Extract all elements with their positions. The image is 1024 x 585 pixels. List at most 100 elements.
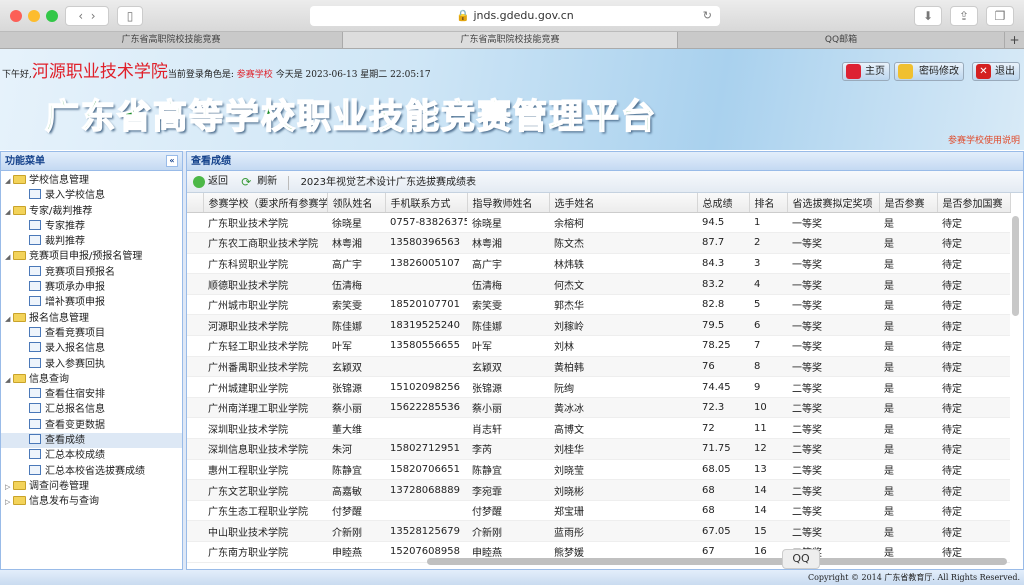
table-row[interactable]: 广东生态工程职业学院 付梦醒 付梦醒 郑宝珊 68 14 二等奖是待定	[187, 500, 1010, 522]
tab-3[interactable]: QQ邮箱	[678, 32, 1005, 48]
column-header[interactable]: 省选拔赛拟定奖项	[787, 193, 880, 213]
menu-item[interactable]: 录入报名信息	[1, 341, 182, 356]
menu-item[interactable]: 汇总本校省选拔赛成绩	[1, 464, 182, 479]
vertical-scrollbar[interactable]	[1012, 216, 1019, 316]
menu-group[interactable]: ◢ 信息查询	[1, 372, 182, 387]
column-header[interactable]: 指导教师姓名	[467, 193, 550, 213]
expanded-arrow-icon[interactable]: ◢	[5, 312, 12, 327]
menu-tree: ◢ 学校信息管理 录入学校信息 ◢ 专家/裁判推荐 专家推荐 裁判推荐 ◢ 竞赛项目申报/预报名…	[1, 171, 182, 510]
tabs-overview-icon[interactable]: ❐	[986, 6, 1014, 26]
close-window-button[interactable]	[10, 10, 22, 22]
tab-1[interactable]: 广东省高职院校技能竞赛	[0, 32, 343, 48]
menu-item[interactable]: 汇总本校成绩	[1, 448, 182, 463]
table-cell	[385, 500, 467, 522]
back-forward-buttons[interactable]: ‹ ›	[65, 6, 109, 26]
maximize-window-button[interactable]	[46, 10, 58, 22]
table-row[interactable]: 深圳信息职业技术学院 朱河 15802712951 李芮 刘桂华 71.75 12 二等奖是待…	[187, 438, 1010, 460]
table-row[interactable]: 深圳职业技术学院 董大维 肖志轩 高博文 72 11 二等奖是待定	[187, 417, 1010, 440]
table-row[interactable]: 广东文艺职业学院 高嘉敏 13728068889 李宛霏 刘晓彬 68 14 二等奖是待定	[187, 479, 1010, 501]
menu-item[interactable]: 查看变更数据	[1, 418, 182, 433]
qq-tooltip: QQ	[782, 549, 820, 569]
menu-group[interactable]: ▷ 调查问卷管理	[1, 479, 182, 494]
menu-group[interactable]: ▷ 信息发布与查询	[1, 494, 182, 509]
help-link[interactable]: 参赛学校使用说明	[948, 133, 1020, 146]
menu-group[interactable]: ◢ 竞赛项目申报/预报名管理	[1, 249, 182, 264]
table-row[interactable]: 广东农工商职业技术学院 林粤湘 13580396563 林粤湘 陈文杰 87.7 2 一等奖是…	[187, 232, 1010, 254]
table-row[interactable]: 广东科贸职业学院 高广宇 13826005107 高广宇 林炜轶 84.3 3 一等奖是待定	[187, 253, 1010, 275]
share-icon[interactable]: ⇪	[950, 6, 978, 26]
menu-item[interactable]: 查看竞赛项目	[1, 326, 182, 341]
back-button[interactable]: 返回	[193, 171, 228, 194]
table-cell: 76	[697, 356, 749, 378]
column-header[interactable]: 是否参加国赛	[937, 193, 1011, 213]
address-bar[interactable]: 🔒 jnds.gdedu.gov.cn ↻	[310, 6, 720, 26]
column-header[interactable]: 选手姓名	[549, 193, 698, 213]
column-header[interactable]: 总成绩	[697, 193, 750, 213]
collapsed-arrow-icon[interactable]: ▷	[5, 495, 12, 510]
tab-2-active[interactable]: 广东省高职院校技能竞赛	[343, 32, 678, 48]
column-header[interactable]: 排名	[749, 193, 788, 213]
collapsed-arrow-icon[interactable]: ▷	[5, 480, 12, 495]
menu-item[interactable]: 查看成绩	[1, 433, 182, 449]
refresh-button[interactable]: ⟳ 刷新	[231, 171, 277, 194]
row-number-header	[187, 193, 204, 213]
menu-item[interactable]: 竞赛项目预报名	[1, 265, 182, 280]
table-row[interactable]: 广东轻工职业技术学院 叶军 13580556655 叶军 刘林 78.25 7 一等奖是待定	[187, 335, 1010, 357]
table-row[interactable]: 广州南洋理工职业学院 蔡小丽 15622285536 蔡小丽 黄冰冰 72.3 10 二等奖是…	[187, 397, 1010, 419]
table-cell: 介新刚	[327, 520, 385, 542]
browser-toolbar: ‹ › ▯ 🔒 jnds.gdedu.gov.cn ↻ ⬇ ⇪ ❐	[0, 0, 1024, 32]
expanded-arrow-icon[interactable]: ◢	[5, 174, 12, 189]
row-number-cell	[187, 500, 203, 522]
new-tab-button[interactable]: +	[1005, 32, 1024, 48]
change-password-button[interactable]: 密码修改	[894, 62, 964, 81]
menu-item-label: 汇总本校省选拔赛成绩	[45, 465, 145, 477]
table-row[interactable]: 惠州工程职业学院 陈静宜 15820706651 陈静宜 刘晓莹 68.05 13 二等奖是待…	[187, 459, 1010, 481]
menu-group[interactable]: ◢ 学校信息管理	[1, 173, 182, 188]
table-row[interactable]: 广州城建职业学院 张锦源 15102098256 张锦源 阮绚 74.45 9 二等奖是待定	[187, 376, 1010, 398]
table-row[interactable]: 广州番禺职业技术学院 玄颖双 玄颖双 黄柏韩 76 8 一等奖是待定	[187, 356, 1010, 378]
role-value: 参赛学校	[236, 70, 273, 80]
home-button[interactable]: 主页	[842, 62, 890, 81]
menu-item[interactable]: 裁判推荐	[1, 234, 182, 249]
table-cell: 中山职业技术学院	[203, 520, 327, 542]
column-header[interactable]: 手机联系方式	[385, 193, 468, 213]
table-row[interactable]: 广东职业技术学院 徐晓星 0757-83826375 徐晓星 余榕柯 94.5 1 一等奖是待…	[187, 212, 1010, 234]
table-row[interactable]: 广州城市职业学院 索笑雯 18520107701 索笑雯 郭杰华 82.8 5 一等奖是待定	[187, 294, 1010, 316]
menu-item[interactable]: 赛项承办申报	[1, 280, 182, 295]
menu-item[interactable]: 录入参赛回执	[1, 357, 182, 372]
column-header[interactable]: 领队姓名	[327, 193, 386, 213]
menu-item[interactable]: 录入学校信息	[1, 188, 182, 203]
sidebar-toggle-icon[interactable]: ▯	[117, 6, 143, 26]
table-cell: 79.5	[697, 314, 749, 337]
page-icon	[29, 403, 41, 414]
menu-item[interactable]: 专家推荐	[1, 219, 182, 234]
expanded-arrow-icon[interactable]: ◢	[5, 205, 12, 220]
horizontal-scrollbar[interactable]	[427, 558, 1007, 565]
collapse-sidebar-button[interactable]: «	[166, 155, 178, 167]
menu-item[interactable]: 汇总报名信息	[1, 402, 182, 417]
menu-group[interactable]: ◢ 报名信息管理	[1, 311, 182, 326]
download-icon[interactable]: ⬇	[914, 6, 942, 26]
column-header[interactable]: 参赛学校（要求所有参赛学	[203, 193, 328, 213]
reload-icon[interactable]: ↻	[703, 6, 712, 26]
password-label: 密码修改	[919, 66, 959, 77]
table-row[interactable]: 中山职业技术学院 介新刚 13528125679 介新刚 蓝雨彤 67.05 15 二等奖是待…	[187, 520, 1010, 542]
table-row[interactable]: 河源职业技术学院 陈佳娜 18319525240 陈佳娜 刘稼岭 79.5 6 一等奖是待定	[187, 314, 1010, 337]
home-label: 主页	[865, 66, 885, 77]
table-cell: 待定	[937, 397, 1010, 419]
menu-item[interactable]: 查看住宿安排	[1, 387, 182, 402]
menu-group-label: 竞赛项目申报/预报名管理	[29, 251, 143, 263]
minimize-window-button[interactable]	[28, 10, 40, 22]
table-cell: 13580396563	[385, 232, 467, 254]
expanded-arrow-icon[interactable]: ◢	[5, 250, 12, 265]
table-cell: 15820706651	[385, 459, 467, 481]
column-header[interactable]: 是否参赛	[879, 193, 938, 213]
menu-group[interactable]: ◢ 专家/裁判推荐	[1, 204, 182, 219]
expanded-arrow-icon[interactable]: ◢	[5, 373, 12, 388]
menu-item-label: 竞赛项目预报名	[45, 266, 115, 278]
page-icon	[29, 219, 41, 230]
logout-button[interactable]: ✕ 退出	[972, 62, 1020, 81]
table-row[interactable]: 顺德职业技术学院 伍清梅 伍清梅 何杰文 83.2 4 一等奖是待定	[187, 273, 1010, 295]
menu-item[interactable]: 增补赛项申报	[1, 295, 182, 310]
table-cell: 12	[749, 438, 787, 460]
